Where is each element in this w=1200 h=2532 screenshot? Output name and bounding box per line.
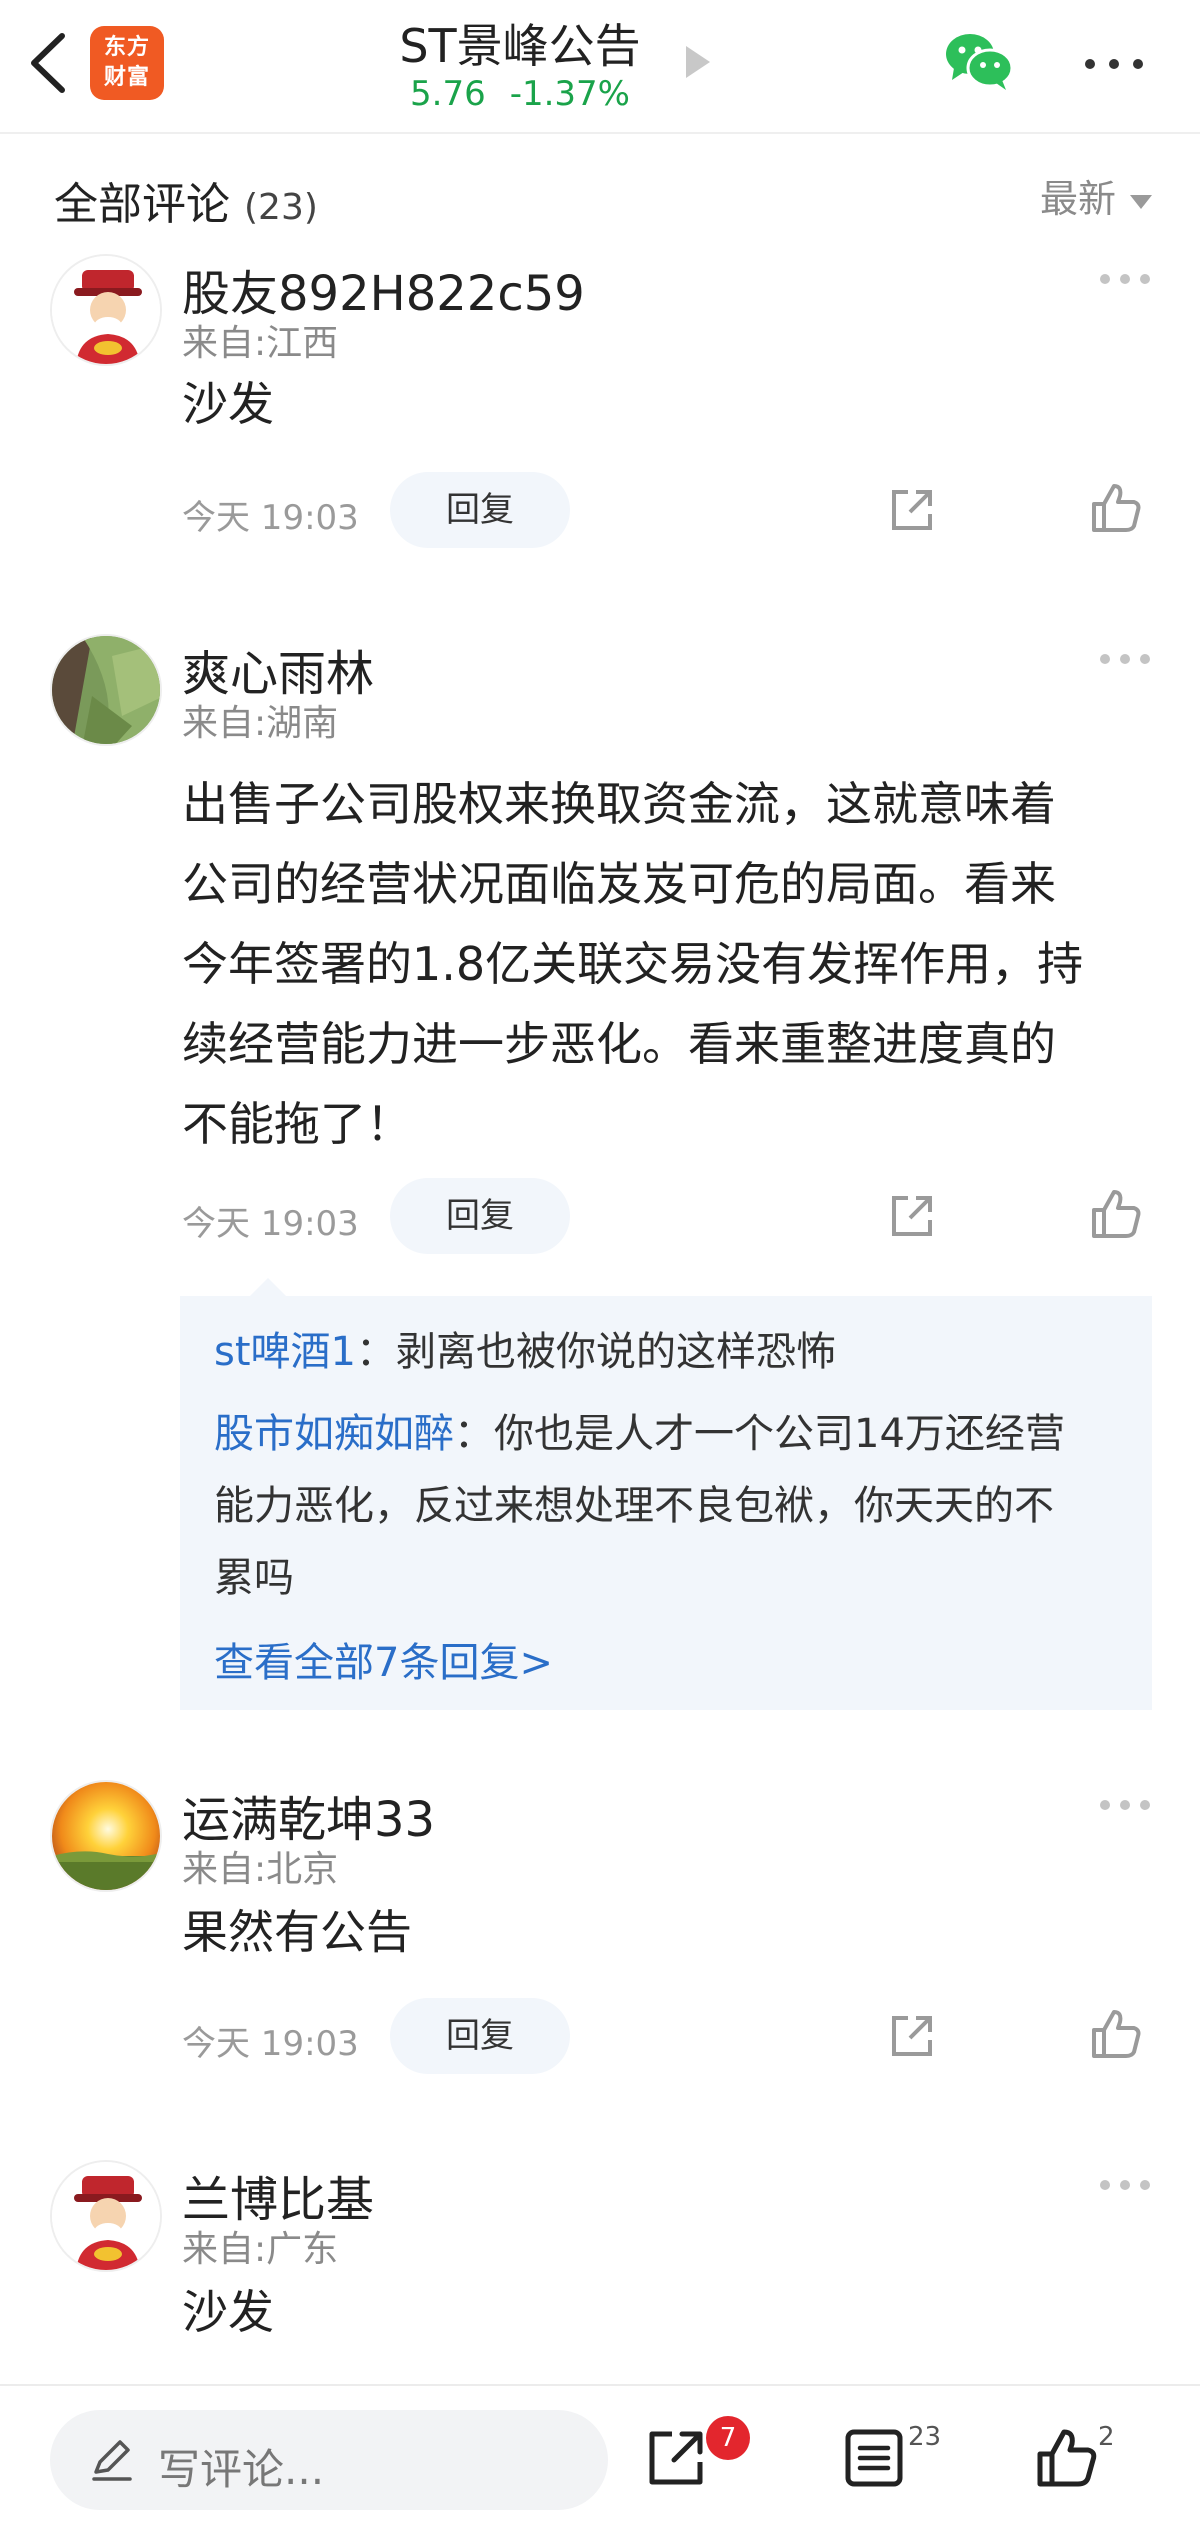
stock-quote: 5.76 -1.37% bbox=[330, 74, 710, 114]
stock-change: -1.37% bbox=[509, 74, 630, 114]
comment-time: 今天 19:03 bbox=[182, 498, 359, 538]
share-icon[interactable] bbox=[886, 484, 938, 536]
comment-content: 沙发 bbox=[182, 2285, 274, 2339]
comment-more-icon[interactable] bbox=[1098, 1798, 1152, 1812]
write-comment-placeholder: 写评论... bbox=[158, 2445, 325, 2494]
back-arrow-icon[interactable] bbox=[22, 30, 74, 96]
fortune-god-avatar-icon bbox=[52, 2162, 160, 2270]
top-nav-bar: 东方 财富 ST景峰公告 5.76 -1.37% bbox=[0, 0, 1200, 134]
comment-item: 运满乾坤33 来自:北京 果然有公告 今天 19:03 回复 bbox=[0, 1780, 1200, 2110]
thumbs-up-icon[interactable] bbox=[1090, 2008, 1142, 2060]
comment-more-icon[interactable] bbox=[1098, 272, 1152, 286]
wechat-share-icon[interactable] bbox=[942, 30, 1016, 92]
more-menu-icon[interactable] bbox=[1082, 56, 1146, 72]
comment-time: 今天 19:03 bbox=[182, 1204, 359, 1244]
reply-username[interactable]: 股市如痴如醉 bbox=[214, 1411, 454, 1457]
reply-box-pointer bbox=[248, 1278, 288, 1298]
comments-list-icon[interactable] bbox=[842, 2426, 906, 2490]
comment-location: 来自:江西 bbox=[182, 323, 339, 364]
comment-more-icon[interactable] bbox=[1098, 652, 1152, 666]
thumbs-up-icon[interactable] bbox=[1090, 482, 1142, 534]
avatar[interactable] bbox=[50, 2160, 162, 2272]
reply-item[interactable]: 股市如痴如醉：你也是人才一个公司14万还经营 能力恶化，反过来想处理不良包袱，你… bbox=[214, 1398, 1134, 1614]
comment-more-icon[interactable] bbox=[1098, 2178, 1152, 2192]
landscape-avatar-icon bbox=[52, 636, 160, 744]
share-count-badge: 7 bbox=[706, 2416, 750, 2460]
view-all-replies-link[interactable]: 查看全部7条回复> bbox=[214, 1630, 553, 1688]
reply-button[interactable]: 回复 bbox=[390, 1178, 570, 1254]
comment-location: 来自:北京 bbox=[182, 1849, 339, 1890]
sunset-avatar-icon bbox=[52, 1782, 160, 1890]
fortune-god-avatar-icon bbox=[52, 256, 160, 364]
dropdown-arrow-icon bbox=[1130, 194, 1152, 209]
share-icon[interactable] bbox=[886, 1190, 938, 1242]
comments-section-title: 全部评论 (23) bbox=[54, 179, 318, 230]
sort-dropdown[interactable]: 最新 bbox=[1040, 168, 1152, 223]
share-icon[interactable] bbox=[886, 2010, 938, 2062]
comments-count: 23 bbox=[908, 2422, 942, 2452]
stock-price: 5.76 bbox=[410, 74, 486, 114]
bottom-action-bar: 写评论... 7 23 2 bbox=[0, 2384, 1200, 2532]
comment-location: 来自:湖南 bbox=[182, 703, 339, 744]
avatar[interactable] bbox=[50, 1780, 162, 1892]
comment-location: 来自:广东 bbox=[182, 2229, 339, 2270]
avatar[interactable] bbox=[50, 634, 162, 746]
comment-time: 今天 19:03 bbox=[182, 2024, 359, 2064]
comment-item: 兰博比基 来自:广东 沙发 bbox=[0, 2160, 1200, 2384]
pencil-icon bbox=[92, 2440, 132, 2481]
reply-button[interactable]: 回复 bbox=[390, 472, 570, 548]
comment-count: (23) bbox=[244, 187, 318, 228]
reply-item[interactable]: st啤酒1：剥离也被你说的这样恐怖 bbox=[214, 1316, 1134, 1388]
eastmoney-logo[interactable]: 东方 财富 bbox=[90, 26, 164, 100]
comment-item: 股友892H822c59 来自:江西 沙发 今天 19:03 回复 bbox=[0, 254, 1200, 584]
share-post-icon[interactable] bbox=[644, 2426, 708, 2490]
page-title: ST景峰公告 bbox=[399, 19, 641, 73]
comment-content: 出售子公司股权来换取资金流，这就意味着 公司的经营状况面临岌岌可危的局面。看来 … bbox=[182, 777, 1084, 1151]
avatar[interactable] bbox=[50, 254, 162, 366]
reply-username[interactable]: st啤酒1 bbox=[214, 1329, 356, 1375]
write-comment-input[interactable]: 写评论... bbox=[50, 2410, 608, 2510]
thumbs-up-icon[interactable] bbox=[1090, 1188, 1142, 1240]
play-triangle-icon[interactable] bbox=[682, 44, 712, 80]
like-post-icon[interactable] bbox=[1034, 2426, 1098, 2490]
reply-button[interactable]: 回复 bbox=[390, 1998, 570, 2074]
comment-content: 果然有公告 bbox=[182, 1905, 412, 1959]
likes-count: 2 bbox=[1098, 2422, 1115, 2452]
comment-content: 沙发 bbox=[182, 377, 274, 431]
